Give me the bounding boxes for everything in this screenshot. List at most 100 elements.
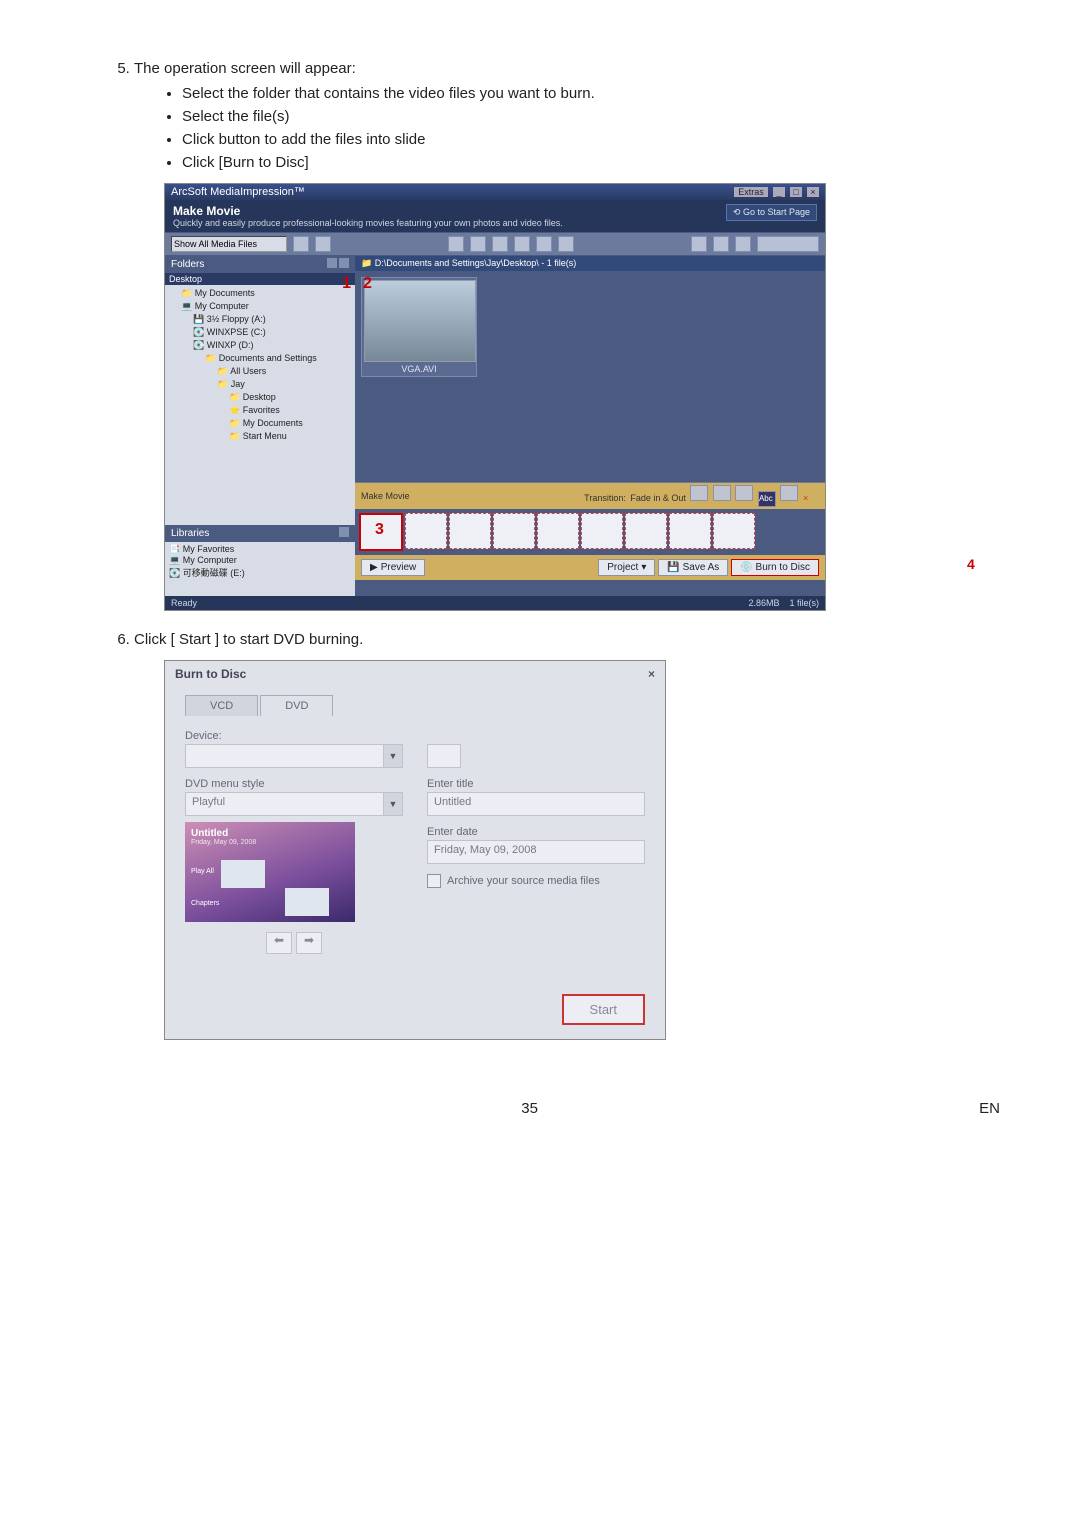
- rotate-right-icon[interactable]: [470, 236, 486, 252]
- burn-to-disc-button[interactable]: 💿 Burn to Disc: [731, 559, 819, 576]
- menu-preview-date: Friday, May 09, 2008: [191, 839, 349, 846]
- dialog-close-icon[interactable]: ×: [648, 667, 655, 681]
- thumbnail-area[interactable]: 2 VGA.AVI: [355, 271, 825, 482]
- thumbnail-caption: VGA.AVI: [364, 362, 474, 374]
- device-select[interactable]: [185, 744, 384, 768]
- step5-title: The operation screen will appear:: [134, 60, 356, 77]
- tree-root[interactable]: Desktop: [165, 273, 355, 285]
- title-input[interactable]: Untitled: [427, 792, 645, 816]
- marker-1: 1: [342, 275, 351, 293]
- close-panel-icon[interactable]: [339, 527, 349, 537]
- sb-rotate-icon[interactable]: [713, 485, 731, 501]
- thumbnail-image: [364, 280, 476, 362]
- tree-item[interactable]: 📁 My Documents: [167, 287, 353, 300]
- tree-item[interactable]: ⭐ Favorites: [167, 404, 353, 417]
- storyboard-strip[interactable]: 3: [355, 509, 825, 555]
- storyboard-slot[interactable]: 3: [359, 513, 403, 551]
- filter-input[interactable]: [171, 236, 287, 252]
- transition-label: Transition:: [584, 493, 626, 507]
- libraries-panel[interactable]: 📑 My Favorites 💻 My Computer 💽 可移動磁碟 (E:…: [165, 542, 355, 596]
- delete-icon[interactable]: [558, 236, 574, 252]
- tree-item[interactable]: 📁 Desktop: [167, 391, 353, 404]
- project-button[interactable]: Project ▾: [598, 559, 655, 576]
- language-label: EN: [979, 1100, 1000, 1117]
- star-icon[interactable]: [514, 236, 530, 252]
- tree-item[interactable]: 💽 WINXP (D:): [167, 339, 353, 352]
- page-subtitle: Quickly and easily produce professional-…: [173, 218, 563, 228]
- tree-item[interactable]: 📁 Jay: [167, 378, 353, 391]
- rotate-left-icon[interactable]: [448, 236, 464, 252]
- next-style-button[interactable]: ➡: [296, 932, 322, 954]
- storyboard-title: Make Movie: [361, 491, 410, 501]
- tree-item[interactable]: 💻 My Computer: [167, 300, 353, 313]
- tree-item[interactable]: 📁 All Users: [167, 365, 353, 378]
- extras-label[interactable]: Extras: [734, 187, 768, 197]
- zoom-slider[interactable]: [757, 236, 819, 252]
- device-eject-button[interactable]: [427, 744, 461, 768]
- tab-dvd[interactable]: DVD: [260, 695, 333, 716]
- status-ready: Ready: [171, 598, 197, 608]
- maximize-icon[interactable]: □: [790, 187, 802, 197]
- chevron-down-icon[interactable]: ▼: [384, 744, 403, 768]
- sb-dropdown-icon[interactable]: [690, 485, 708, 501]
- storyboard-slot[interactable]: [713, 513, 755, 549]
- folder-tree[interactable]: Desktop 1 📁 My Documents 💻 My Computer 💾…: [165, 273, 355, 525]
- tag-icon[interactable]: [536, 236, 552, 252]
- storyboard-slot[interactable]: [493, 513, 535, 549]
- tab-vcd[interactable]: VCD: [185, 695, 258, 716]
- sb-copy-icon[interactable]: [735, 485, 753, 501]
- step5-b4: Click [Burn to Disc]: [182, 154, 1000, 171]
- tree-item[interactable]: 📁 Documents and Settings: [167, 352, 353, 365]
- path-bar: 📁 D:\Documents and Settings\Jay\Desktop\…: [355, 256, 825, 271]
- tree-item[interactable]: 📁 My Documents: [167, 417, 353, 430]
- date-input[interactable]: Friday, May 09, 2008: [427, 840, 645, 864]
- save-as-button[interactable]: 💾 Save As: [658, 559, 728, 576]
- tree-item[interactable]: 📁 Start Menu: [167, 430, 353, 443]
- storyboard-slot[interactable]: [625, 513, 667, 549]
- view-icon[interactable]: [691, 236, 707, 252]
- goto-start-label: Go to Start Page: [743, 207, 810, 217]
- folders-heading: Folders: [171, 259, 204, 270]
- lib-item[interactable]: 📑 My Favorites: [169, 544, 351, 555]
- sort-icon[interactable]: [713, 236, 729, 252]
- goto-start-button[interactable]: ⟲ Go to Start Page: [726, 204, 817, 221]
- step5-b2: Select the file(s): [182, 108, 1000, 125]
- menu-preview-title: Untitled: [191, 828, 349, 839]
- prev-style-button[interactable]: ⬅: [266, 932, 292, 954]
- preview-button[interactable]: ▶ Preview: [361, 559, 425, 576]
- storyboard-slot[interactable]: [537, 513, 579, 549]
- date-label: Enter date: [427, 826, 645, 838]
- page-title: Make Movie: [173, 204, 563, 218]
- storyboard-slot[interactable]: [669, 513, 711, 549]
- menu-preview-chip: [221, 860, 265, 888]
- marker-3: 3: [375, 521, 384, 539]
- sb-text-icon[interactable]: Abc: [758, 491, 776, 507]
- collapse-icon[interactable]: [327, 258, 337, 268]
- close-panel-icon[interactable]: [339, 258, 349, 268]
- sb-close-icon[interactable]: ×: [803, 493, 819, 507]
- archive-checkbox[interactable]: [427, 874, 441, 888]
- menu-style-select[interactable]: Playful: [185, 792, 384, 816]
- tree-item[interactable]: 💽 WINXPSE (C:): [167, 326, 353, 339]
- chevron-down-icon[interactable]: ▼: [384, 792, 403, 816]
- step5-b3: Click button to add the files into slide: [182, 131, 1000, 148]
- lib-item[interactable]: 💻 My Computer: [169, 555, 351, 566]
- group-icon[interactable]: [735, 236, 751, 252]
- minimize-icon[interactable]: _: [773, 187, 785, 197]
- storyboard-slot[interactable]: [405, 513, 447, 549]
- page-number: 35: [521, 1100, 538, 1117]
- storyboard-slot[interactable]: [449, 513, 491, 549]
- lib-item[interactable]: 💽 可移動磁碟 (E:): [169, 566, 351, 579]
- copy-icon[interactable]: [492, 236, 508, 252]
- close-icon[interactable]: ×: [807, 187, 819, 197]
- title-label: Enter title: [427, 778, 645, 790]
- storyboard-slot[interactable]: [581, 513, 623, 549]
- refresh-icon[interactable]: [315, 236, 331, 252]
- menu-preview: Untitled Friday, May 09, 2008 Play All C…: [185, 822, 355, 922]
- marker-4: 4: [967, 556, 1080, 572]
- start-button[interactable]: Start: [562, 994, 645, 1025]
- sb-tools-icon[interactable]: [780, 485, 798, 501]
- tree-item[interactable]: 💾 3½ Floppy (A:): [167, 313, 353, 326]
- thumbnail[interactable]: VGA.AVI: [361, 277, 477, 377]
- dropdown-icon[interactable]: [293, 236, 309, 252]
